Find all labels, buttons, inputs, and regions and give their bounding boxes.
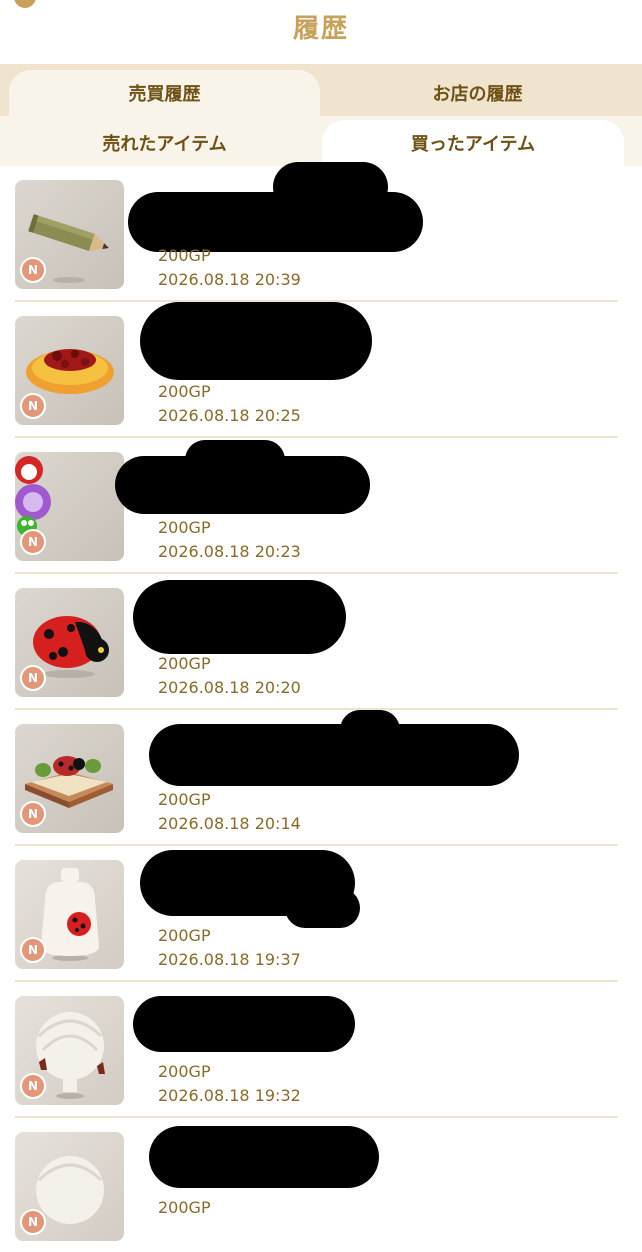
rarity-badge: N	[20, 665, 46, 691]
redaction	[149, 1126, 379, 1188]
redaction	[285, 888, 360, 928]
rarity-badge: N	[20, 257, 46, 283]
redaction	[185, 440, 285, 480]
item-thumbnail: N	[15, 1132, 124, 1241]
secondary-tab-bar: 売れたアイテム 買ったアイテム	[0, 116, 642, 166]
redaction	[133, 996, 355, 1052]
item-thumbnail: N	[15, 724, 124, 833]
purchase-date: 2026.08.18 19:37	[158, 950, 301, 969]
list-item[interactable]: N 200GP 2026.08.18 19:32	[15, 982, 618, 1118]
purchase-date: 2026.08.18 20:20	[158, 678, 301, 697]
item-price: 200GP	[158, 1198, 211, 1217]
item-price: 200GP	[158, 926, 211, 945]
tab-shop-history[interactable]: お店の履歴	[322, 70, 633, 116]
tab-sold-items[interactable]: 売れたアイテム	[9, 120, 320, 166]
item-price: 200GP	[158, 654, 211, 673]
tab-bought-items[interactable]: 買ったアイテム	[322, 120, 624, 166]
item-thumbnail: N	[15, 588, 124, 697]
rarity-badge: N	[20, 937, 46, 963]
purchase-date: 2026.08.18 19:32	[158, 1086, 301, 1105]
item-price: 200GP	[158, 382, 211, 401]
purchase-history-list: N 200GP 2026.08.18 20:39 N 200GP 2026.08…	[0, 162, 642, 1252]
list-item[interactable]: N 200GP 2026.08.18 19:37	[15, 846, 618, 982]
rarity-badge: N	[20, 393, 46, 419]
redaction	[273, 162, 388, 212]
tab-trade-history[interactable]: 売買履歴	[9, 70, 320, 116]
list-item[interactable]: N 200GP 2026.08.18 20:23	[15, 438, 618, 574]
rarity-badge: N	[20, 529, 46, 555]
item-price: 200GP	[158, 790, 211, 809]
list-item[interactable]: N 200GP 2026.08.18 20:20	[15, 574, 618, 710]
list-item[interactable]: N 200GP 2026.08.18 20:25	[15, 302, 618, 438]
rarity-badge: N	[20, 1209, 46, 1235]
purchase-date: 2026.08.18 20:39	[158, 270, 301, 289]
redaction	[340, 710, 400, 750]
item-thumbnail: N	[15, 180, 124, 289]
item-price: 200GP	[158, 1062, 211, 1081]
redaction	[149, 724, 519, 786]
list-item[interactable]: N 200GP	[15, 1118, 618, 1252]
rarity-badge: N	[20, 1073, 46, 1099]
item-thumbnail: N	[15, 860, 124, 969]
primary-tab-bar: 売買履歴 お店の履歴	[0, 64, 642, 116]
rarity-badge: N	[20, 801, 46, 827]
redaction	[133, 580, 346, 654]
header: 履歴	[0, 0, 642, 64]
item-thumbnail: N	[15, 996, 124, 1105]
list-item[interactable]: N 200GP 2026.08.18 20:39	[15, 162, 618, 302]
item-price: 200GP	[158, 246, 211, 265]
purchase-date: 2026.08.18 20:14	[158, 814, 301, 833]
page-title: 履歴	[292, 14, 349, 44]
purchase-date: 2026.08.18 20:23	[158, 542, 301, 561]
back-button[interactable]	[14, 0, 36, 8]
list-item[interactable]: N 200GP 2026.08.18 20:14	[15, 710, 618, 846]
item-price: 200GP	[158, 518, 211, 537]
item-thumbnail: N	[15, 316, 124, 425]
item-thumbnail: N	[15, 452, 124, 561]
purchase-date: 2026.08.18 20:25	[158, 406, 301, 425]
redaction	[140, 302, 372, 380]
